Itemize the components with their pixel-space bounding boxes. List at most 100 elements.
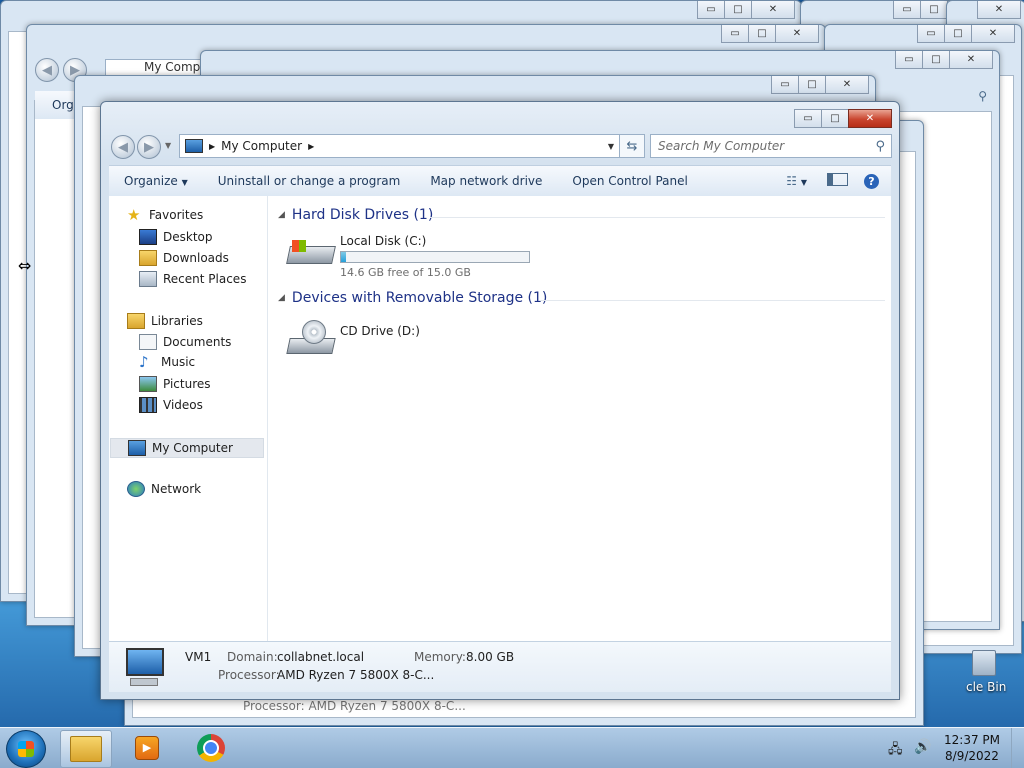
group-header-hard-disk-drives[interactable]: ◢ Hard Disk Drives (1)	[278, 207, 433, 223]
open-control-panel-button[interactable]: Open Control Panel	[557, 174, 702, 188]
taskbar-media-player-button[interactable]: ▶	[122, 730, 172, 766]
chrome-icon	[197, 734, 225, 762]
breadcrumb-arrow-icon[interactable]: ▶	[209, 142, 215, 151]
close-button[interactable]: ✕	[977, 1, 1021, 19]
processor-text: Processor: AMD Ryzen 7 5800X 8-C...	[243, 699, 466, 713]
nav-recent-places[interactable]: Recent Places	[139, 271, 246, 287]
help-button[interactable]: ?	[858, 173, 891, 189]
taskbar-chrome-button[interactable]	[186, 730, 236, 766]
uninstall-button[interactable]: Uninstall or change a program	[203, 174, 416, 188]
minimize-button[interactable]: ▭	[893, 1, 921, 19]
address-text: My Comp	[144, 60, 201, 74]
nav-label: Videos	[163, 398, 203, 412]
back-button[interactable]: ◀	[111, 135, 135, 159]
collapse-arrow-icon[interactable]: ◢	[278, 210, 285, 220]
nav-downloads[interactable]: Downloads	[139, 250, 229, 266]
nav-network[interactable]: Network	[127, 481, 201, 497]
close-button[interactable]: ✕	[848, 109, 892, 128]
clock-time: 12:37 PM	[944, 733, 1000, 747]
organize-label: Organize	[124, 174, 178, 188]
close-button[interactable]: ✕	[825, 76, 869, 94]
nav-pictures[interactable]: Pictures	[139, 376, 211, 392]
minimize-button[interactable]: ▭	[771, 76, 799, 94]
forward-button[interactable]: ▶	[137, 135, 161, 159]
show-desktop-button[interactable]	[1011, 728, 1024, 768]
refresh-button[interactable]: ⇆	[619, 134, 645, 158]
close-button[interactable]: ✕	[751, 1, 795, 19]
pictures-icon	[139, 376, 157, 392]
search-box[interactable]: Search My Computer ⚲	[650, 134, 892, 158]
refresh-icon: ⇆	[626, 138, 638, 154]
address-bar[interactable]: ▶ My Computer ▶ ▼	[179, 134, 621, 158]
memory-value: 8.00 GB	[466, 650, 515, 664]
change-view-button[interactable]: ☷ ▼	[776, 174, 817, 188]
breadcrumb-arrow-icon[interactable]: ▶	[308, 142, 314, 151]
maximize-button[interactable]: □	[798, 76, 826, 94]
address-text[interactable]: My Computer	[221, 139, 302, 153]
minimize-button[interactable]: ▭	[895, 51, 923, 69]
minimize-button[interactable]: ▭	[794, 109, 822, 128]
desktop-icon	[139, 229, 157, 245]
close-button[interactable]: ✕	[971, 25, 1015, 43]
organize-menu[interactable]: Organize ▼	[109, 174, 203, 188]
hard-drive-icon	[286, 234, 336, 270]
nav-music[interactable]: ♪ Music	[139, 353, 195, 371]
drive-free-space: 14.6 GB free of 15.0 GB	[340, 266, 471, 279]
recent-pages-chevron-icon[interactable]: ▼	[165, 141, 171, 150]
preview-pane-icon	[827, 173, 848, 186]
nav-favorites[interactable]: ★ Favorites	[127, 206, 203, 224]
map-network-drive-button[interactable]: Map network drive	[415, 174, 557, 188]
network-tray-icon[interactable]: 🖧	[888, 740, 903, 762]
search-icon[interactable]: ⚲	[978, 89, 987, 103]
volume-icon[interactable]: 🔊	[914, 739, 931, 755]
recycle-bin[interactable]: cle Bin	[966, 650, 1024, 700]
nav-my-computer[interactable]: My Computer	[110, 438, 264, 458]
nav-label: Documents	[163, 335, 232, 349]
maximize-button[interactable]: □	[920, 1, 948, 19]
search-icon[interactable]: ⚲	[875, 139, 885, 154]
maximize-button[interactable]: □	[724, 1, 752, 19]
taskbar-explorer-button[interactable]	[60, 730, 112, 768]
network-icon	[127, 481, 145, 497]
close-button[interactable]: ✕	[775, 25, 819, 43]
maximize-button[interactable]: □	[944, 25, 972, 43]
drive-local-disk-c[interactable]: Local Disk (C:) 14.6 GB free of 15.0 GB	[286, 234, 530, 279]
recent-places-icon	[139, 271, 157, 287]
close-button[interactable]: ✕	[949, 51, 993, 69]
content-pane: ◢ Hard Disk Drives (1) Local Disk (C:) 14…	[268, 196, 891, 641]
address-dropdown-icon[interactable]: ▼	[608, 142, 614, 151]
computer-icon	[128, 440, 146, 456]
navigation-pane: ★ Favorites Desktop Downloads Recent Plac…	[109, 196, 268, 641]
back-button[interactable]: ◀	[35, 58, 59, 82]
minimize-button[interactable]: ▭	[721, 25, 749, 43]
my-computer-window[interactable]: ▭ □ ✕ ◀ ▶ ▼ ▶ My Computer ▶ ▼ ⇆ Search M…	[100, 101, 900, 700]
folder-icon	[70, 736, 102, 762]
clock[interactable]: 12:37 PM 8/9/2022	[944, 732, 1000, 764]
processor-value: AMD Ryzen 7 5800X 8-C...	[277, 668, 435, 682]
nav-desktop[interactable]: Desktop	[139, 229, 213, 245]
start-button[interactable]	[6, 730, 46, 768]
help-icon: ?	[864, 173, 879, 189]
nav-documents[interactable]: Documents	[139, 334, 231, 350]
group-header-removable-storage[interactable]: ◢ Devices with Removable Storage (1)	[278, 290, 547, 306]
search-input[interactable]: Search My Computer	[658, 139, 875, 153]
maximize-button[interactable]: □	[821, 109, 849, 128]
maximize-button[interactable]: □	[922, 51, 950, 69]
nav-libraries[interactable]: Libraries	[127, 313, 203, 329]
star-icon: ★	[127, 206, 141, 224]
nav-label: Downloads	[163, 251, 229, 265]
minimize-button[interactable]: ▭	[917, 25, 945, 43]
drive-name: CD Drive (D:)	[340, 324, 420, 338]
libraries-icon	[127, 313, 145, 329]
maximize-button[interactable]: □	[748, 25, 776, 43]
minimize-button[interactable]: ▭	[697, 1, 725, 19]
domain-value: collabnet.local	[277, 650, 365, 664]
collapse-arrow-icon[interactable]: ◢	[278, 293, 285, 303]
preview-pane-button[interactable]	[817, 173, 858, 189]
videos-icon	[139, 397, 157, 413]
music-icon: ♪	[139, 353, 149, 371]
computer-name: VM1	[185, 650, 212, 664]
recycle-bin-label: cle Bin	[966, 680, 1007, 694]
nav-videos[interactable]: Videos	[139, 397, 203, 413]
drive-cd-d[interactable]: CD Drive (D:)	[286, 318, 420, 358]
